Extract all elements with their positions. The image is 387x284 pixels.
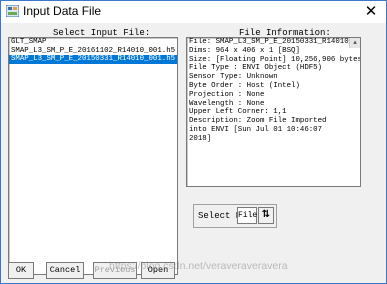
select-by-group: Select By File ⇅ [193,204,277,228]
file-info-line: Wavelength : None [189,99,265,108]
select-by-dropdown[interactable]: File [237,207,257,224]
file-info-line: into ENVI [Sun Jul 01 10:46:07 [189,125,323,134]
watermark: https://blog.csdn.net/veraveraveravera [109,260,288,272]
envi-app-icon [6,5,19,17]
file-info-line: Sensor Type: Unknown [189,73,278,82]
dialog-body: Select Input File: GLT_SMAP SMAP_L3_SM_P_… [1,23,386,283]
input-file-list[interactable]: GLT_SMAP SMAP_L3_SM_P_E_20161102_R14010_0… [8,37,178,275]
input-data-file-dialog: Input Data File ✕ Select Input File: GLT… [0,0,387,284]
title-bar: Input Data File ✕ [1,1,386,23]
file-info-line: 2018] [189,134,212,143]
file-info-line: Byte Order : Host (Intel) [189,81,300,90]
ok-button[interactable]: OK [8,262,34,279]
file-info-line: Dims: 964 x 406 x 1 [BSQ] [189,46,300,55]
close-icon: ✕ [364,3,378,20]
sort-arrows-icon[interactable]: ⇅ [258,207,274,224]
file-list-item[interactable]: SMAP_L3_SM_P_E_20150331_R14010_001.h5 [9,55,177,64]
scroll-up-arrow-icon[interactable]: ▲ [349,38,360,48]
file-info-line: Description: Zoom File Imported [189,117,327,126]
cancel-button[interactable]: Cancel [46,262,84,279]
file-information-box[interactable]: ▲ File: SMAP_L3_SM_P_E_20150331_R14010_0… [186,37,361,187]
file-list-item[interactable]: SMAP_L3_SM_P_E_20161102_R14010_001.h5 [9,47,177,56]
file-info-line: File Type : ENVI Object (HDF5) [189,64,323,73]
window-title: Input Data File [23,4,102,18]
file-info-line: File: SMAP_L3_SM_P_E_20150331_R14010_001… [189,38,361,46]
file-info-line: Projection : None [189,90,265,99]
file-list-item[interactable]: GLT_SMAP [9,38,177,47]
file-info-line: Size: [Floating Point] 10,256,906 bytes. [189,55,361,64]
close-button[interactable]: ✕ [356,1,386,23]
file-info-line: Upper Left Corner: 1,1 [189,108,287,117]
